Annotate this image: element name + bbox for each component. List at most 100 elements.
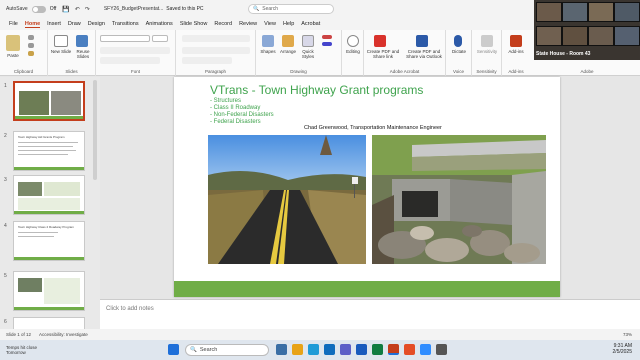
tab-record[interactable]: Record — [214, 21, 232, 27]
tab-insert[interactable]: Insert — [47, 21, 61, 27]
thumbnail-text-line — [18, 232, 58, 233]
teams-icon[interactable] — [340, 344, 351, 355]
thumbnail-green-bar — [14, 257, 84, 260]
slide-thumbnail-3[interactable] — [13, 175, 85, 215]
new-slide-icon[interactable] — [54, 35, 68, 47]
quick-styles-icon[interactable] — [302, 35, 314, 47]
create-pdf-outlook-icon[interactable] — [416, 35, 428, 47]
sensitivity-button[interactable]: Sensitivity — [472, 49, 502, 54]
tab-design[interactable]: Design — [88, 21, 105, 27]
autosave-toggle[interactable] — [31, 5, 46, 13]
task-view-icon[interactable] — [276, 344, 287, 355]
shapes-button[interactable]: Shapes — [258, 49, 278, 54]
video-tile — [614, 2, 640, 22]
tab-view[interactable]: View — [264, 21, 276, 27]
create-pdf-share-icon[interactable] — [374, 35, 386, 47]
shape-fill-icon[interactable] — [322, 35, 332, 39]
new-slide-button[interactable]: New Slide — [50, 49, 72, 54]
sensitivity-icon[interactable] — [481, 35, 493, 47]
slide-title[interactable]: VTrans - Town Highway Grant programs — [210, 83, 423, 97]
editing-icon[interactable] — [347, 35, 359, 47]
shapes-icon[interactable] — [262, 35, 274, 47]
weather-widget[interactable]: Temps hit close Tomorrow — [6, 345, 37, 355]
slide-thumbnail-6[interactable] — [13, 317, 85, 329]
font-name-box[interactable] — [100, 35, 150, 42]
reuse-slides-icon[interactable] — [76, 35, 88, 47]
group-label: Adobe Acrobat — [389, 69, 420, 74]
app-icon[interactable] — [436, 344, 447, 355]
bullet-item: - Federal Disasters — [210, 119, 261, 125]
slide-thumbnail-2[interactable]: Town Highway Aid Grants Program — [13, 131, 85, 171]
thumbnail-scrollbar[interactable] — [93, 80, 97, 180]
slide-footer-bar — [174, 281, 560, 297]
start-icon[interactable] — [168, 344, 179, 355]
culvert-photo[interactable] — [372, 135, 546, 264]
tab-animations[interactable]: Animations — [146, 21, 173, 27]
tab-draw[interactable]: Draw — [68, 21, 81, 27]
chrome-icon[interactable] — [404, 344, 415, 355]
tab-home[interactable]: Home — [24, 21, 41, 28]
word-icon[interactable] — [356, 344, 367, 355]
weather-subtext: Tomorrow — [6, 350, 26, 355]
tab-slide-show[interactable]: Slide Show — [180, 21, 208, 27]
tab-acrobat[interactable]: Acrobat — [301, 21, 320, 27]
road-photo-image — [208, 135, 366, 264]
video-call-overlay: State House - Room 43 — [534, 0, 640, 60]
slide-thumbnail-4[interactable]: Town Highway Class 2 Roadway Program — [13, 221, 85, 261]
excel-icon[interactable] — [372, 344, 383, 355]
redo-icon[interactable]: ↷ — [85, 6, 90, 13]
create-pdf-share-button[interactable]: Create PDF and Share link — [364, 49, 402, 59]
copy-icon[interactable] — [28, 43, 34, 48]
cut-icon[interactable] — [28, 35, 34, 40]
slide-presenter-line[interactable]: Chad Greenwood, Transportation Maintenan… — [304, 125, 442, 131]
reuse-slides-button[interactable]: Reuse Slides — [73, 49, 93, 59]
taskbar-search[interactable]: 🔍 Search — [185, 344, 269, 356]
save-icon[interactable]: 💾 — [62, 6, 69, 13]
current-slide[interactable]: VTrans - Town Highway Grant programs - S… — [174, 77, 560, 297]
font-size-box[interactable] — [152, 35, 168, 42]
tab-transitions[interactable]: Transitions — [112, 21, 139, 27]
dictate-button[interactable]: Dictate — [446, 49, 472, 54]
font-color-buttons[interactable] — [100, 57, 160, 64]
document-title[interactable]: SFY26_BudgetPresentat... — [104, 6, 163, 12]
arrange-icon[interactable] — [282, 35, 294, 47]
accessibility-status[interactable]: Accessibility: Investigate — [39, 332, 88, 337]
road-photo[interactable] — [208, 135, 366, 264]
font-format-buttons[interactable] — [100, 47, 170, 54]
edge-icon[interactable] — [308, 344, 319, 355]
list-buttons[interactable] — [182, 35, 250, 42]
shape-outline-icon[interactable] — [322, 42, 332, 46]
tab-file[interactable]: File — [9, 21, 18, 27]
text-direction-buttons[interactable] — [182, 57, 232, 64]
undo-icon[interactable]: ↶ — [75, 6, 80, 13]
paste-button[interactable]: Paste — [3, 53, 23, 58]
addins-button[interactable]: Add-ins — [502, 49, 530, 54]
align-buttons[interactable] — [182, 47, 250, 54]
notes-pane[interactable]: Click to add notes — [100, 299, 640, 329]
outlook-icon[interactable] — [324, 344, 335, 355]
create-pdf-outlook-button[interactable]: Create PDF and Share via Outlook — [404, 49, 444, 59]
group-label: Drawing — [290, 69, 307, 74]
zoom-level[interactable]: 73% — [623, 332, 632, 337]
paste-icon[interactable] — [6, 35, 20, 51]
title-search-box[interactable]: 🔍 Search — [248, 4, 334, 14]
save-status: Saved to this PC — [166, 6, 204, 12]
slide-bullet-list[interactable]: - Structures - Class II Roadway - Non-Fe… — [210, 98, 274, 126]
editing-button[interactable]: Editing — [342, 49, 364, 54]
arrange-button[interactable]: Arrange — [278, 49, 298, 54]
quick-styles-button[interactable]: Quick Styles — [298, 49, 318, 59]
format-painter-icon[interactable] — [28, 51, 34, 56]
slide-thumbnail-5[interactable] — [13, 271, 85, 311]
powerpoint-icon[interactable] — [388, 344, 399, 355]
zoom-icon[interactable] — [420, 344, 431, 355]
tab-help[interactable]: Help — [283, 21, 294, 27]
video-tile — [536, 2, 562, 22]
system-clock[interactable]: 9:31 AM 2/5/2025 — [613, 343, 632, 355]
addins-icon[interactable] — [510, 35, 522, 47]
thumbnail-number: 6 — [4, 319, 7, 325]
file-explorer-icon[interactable] — [292, 344, 303, 355]
slide-thumbnail-1[interactable] — [13, 81, 85, 121]
microphone-icon[interactable] — [454, 35, 462, 47]
ribbon: Paste Clipboard New Slide Reuse Slides S… — [0, 30, 534, 76]
tab-review[interactable]: Review — [239, 21, 257, 27]
